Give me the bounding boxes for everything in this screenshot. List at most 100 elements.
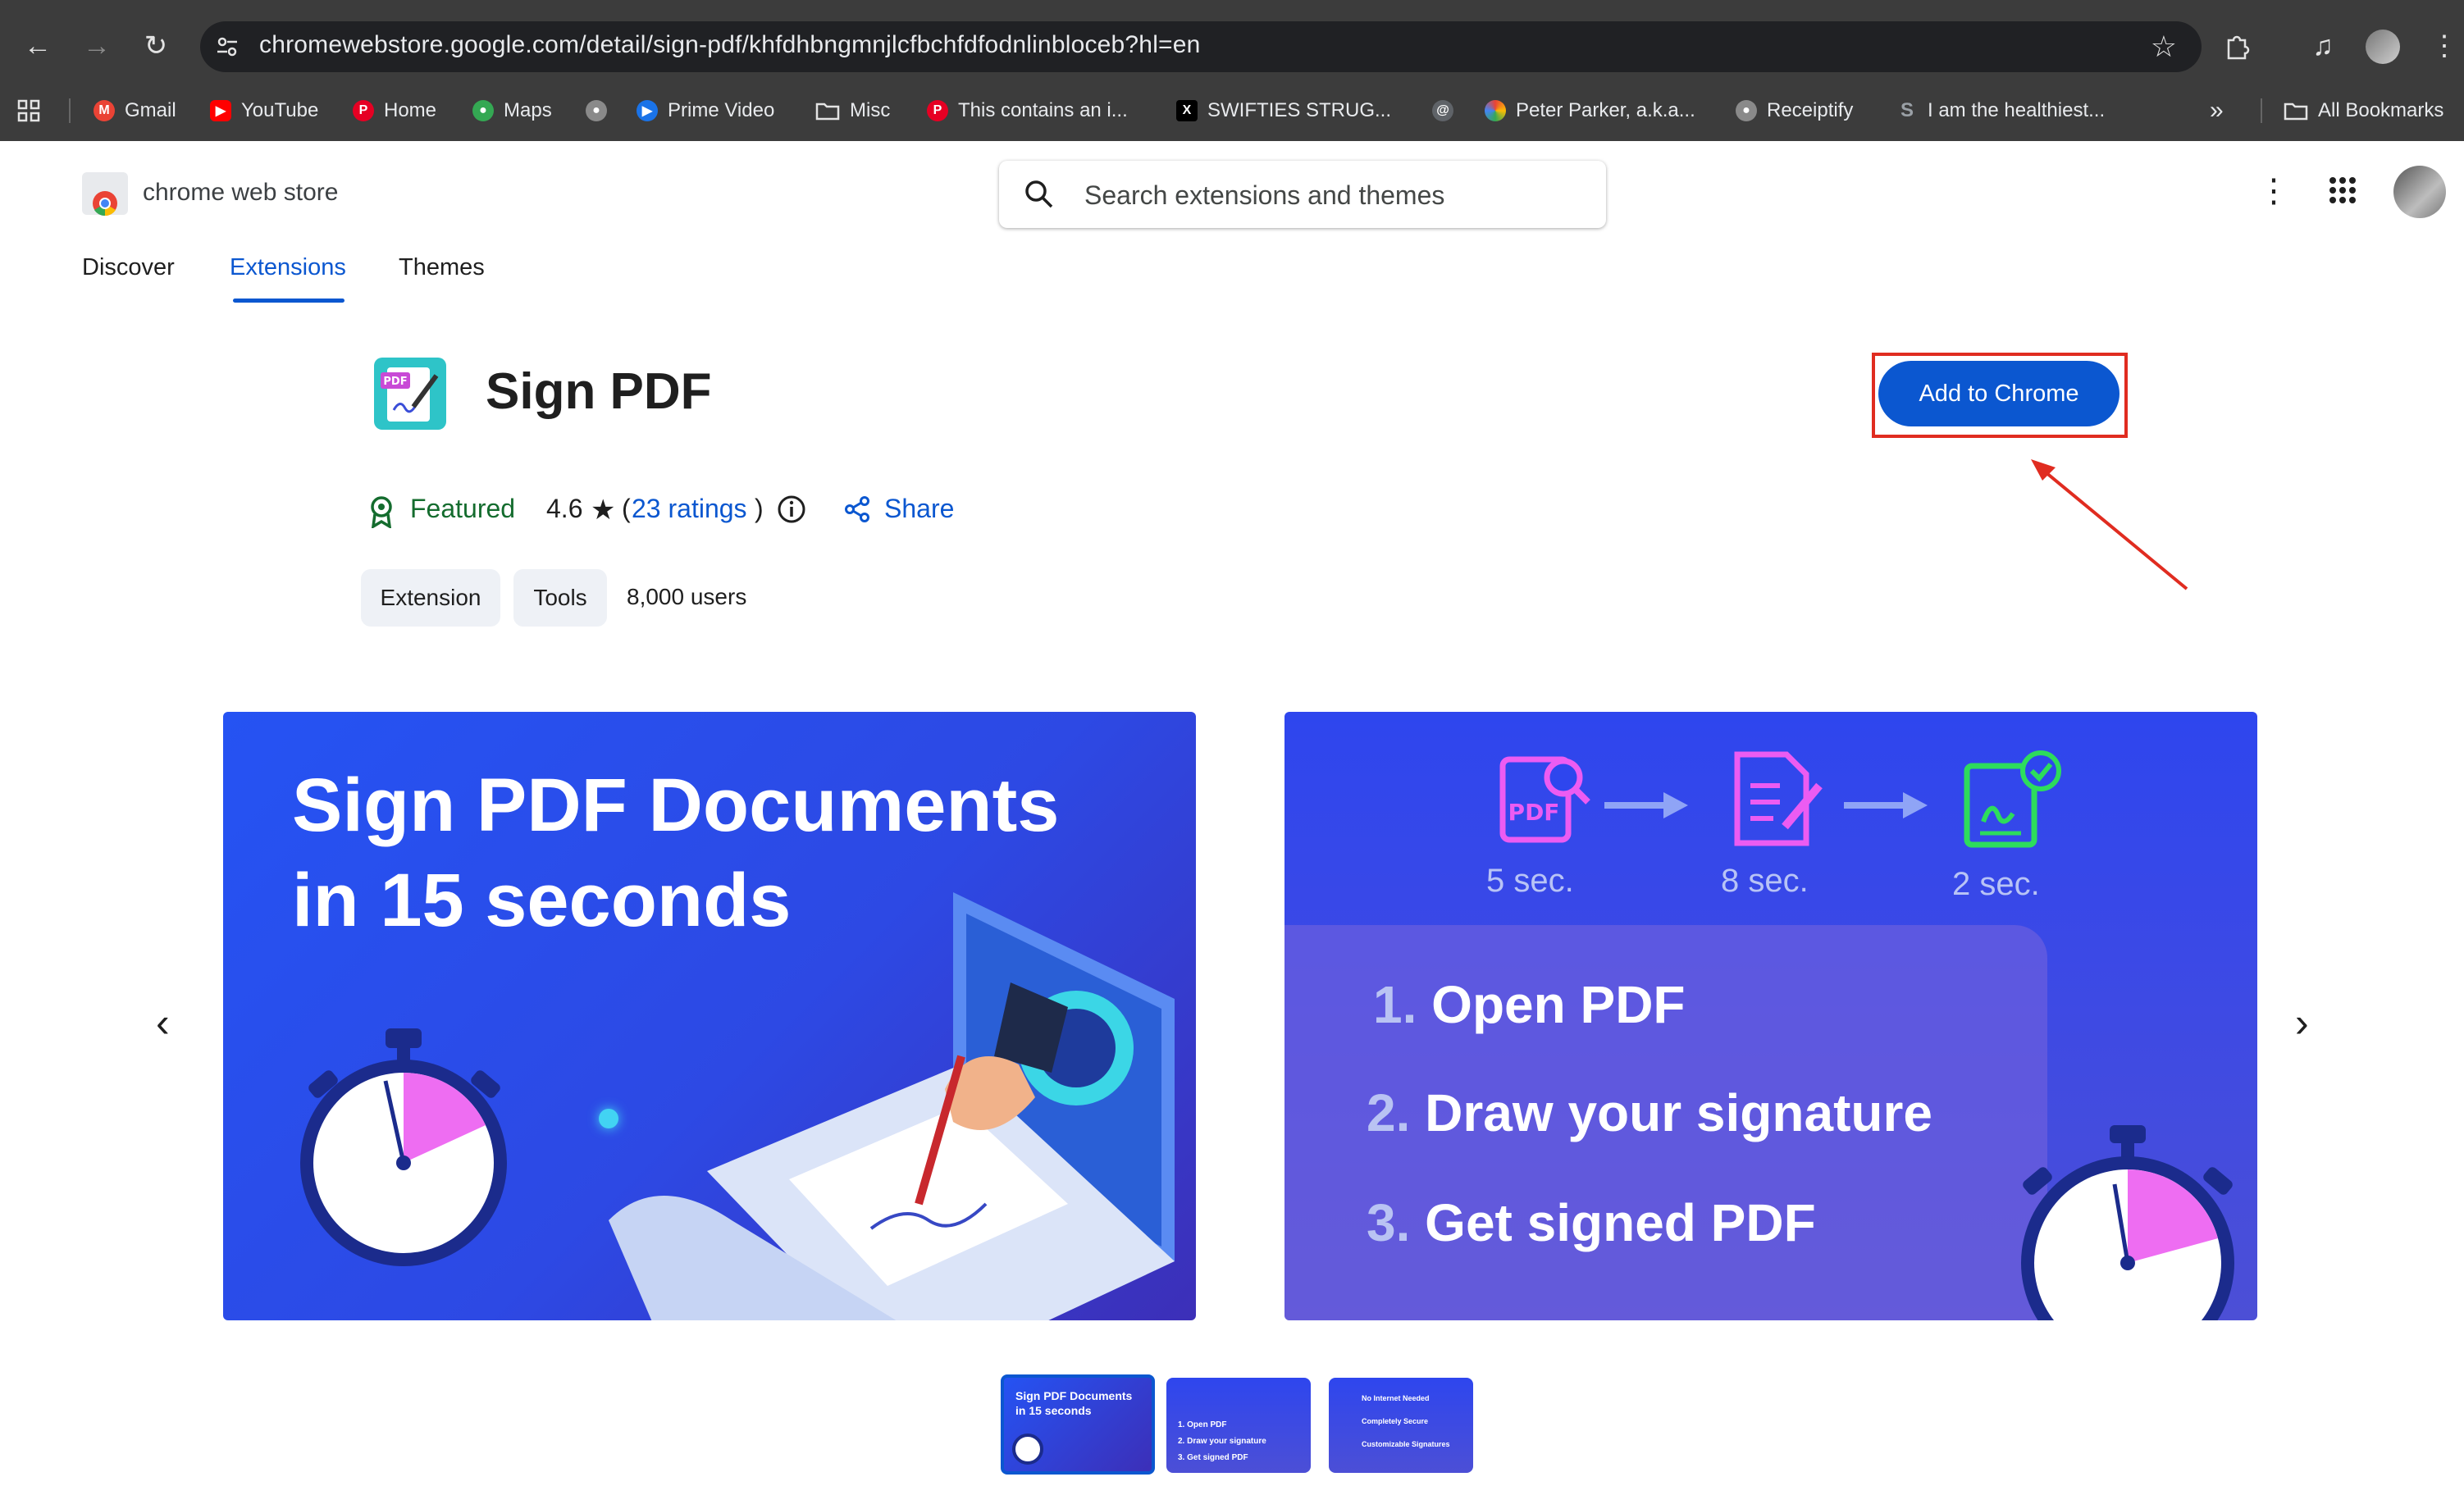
pdf-search-icon: PDF [1494, 750, 1593, 848]
more-bookmarks-chevron-icon[interactable]: » [2210, 92, 2224, 130]
site-icon [1485, 100, 1506, 121]
more-options-icon[interactable]: ⋮ [2257, 172, 2290, 210]
time-label: 5 sec. [1486, 863, 1574, 899]
bookmark-site[interactable]: @ [1432, 92, 1453, 130]
pinterest-icon: P [353, 100, 374, 121]
x-icon: X [1176, 100, 1198, 121]
bookmark-prime-video[interactable]: ▶ Prime Video [637, 92, 774, 130]
slide1-heading-line1: Sign PDF Documents [292, 764, 1060, 847]
thumbnail-text: 1. Open PDF [1178, 1420, 1227, 1429]
bookmarks-divider [2261, 98, 2262, 123]
tab-themes[interactable]: Themes [399, 254, 485, 281]
thumbnail-2[interactable]: 1. Open PDF 2. Draw your signature 3. Ge… [1166, 1378, 1311, 1473]
thumbnail-1-selected[interactable]: Sign PDF Documents in 15 seconds [1001, 1374, 1155, 1475]
profile-avatar[interactable] [2366, 30, 2400, 64]
screenshot-slide-2[interactable]: PDF 5 sec. 8 sec. 2 sec. 1. Open PDF 2. … [1284, 712, 2257, 1320]
stopwatch-illustration [2006, 1122, 2252, 1320]
item-title: Sign PDF [486, 363, 712, 420]
sign-pdf-app-icon: PDF [372, 356, 448, 431]
bookmark-label: Misc [850, 99, 891, 121]
share-link[interactable]: Share [884, 494, 954, 524]
carousel-prev-icon[interactable]: ‹ [156, 999, 170, 1046]
bookmark-gmail[interactable]: M Gmail [94, 92, 176, 130]
bookmark-healthiest[interactable]: S I am the healthiest... [1896, 92, 2105, 130]
svg-text:PDF: PDF [383, 376, 407, 388]
star-icon: ★ [591, 495, 616, 526]
bookmark-label: Receiptify [1767, 99, 1854, 121]
right-arrow-icon [1841, 789, 1931, 822]
all-bookmarks-folder[interactable]: All Bookmarks [2284, 92, 2443, 130]
s-icon: S [1900, 99, 1914, 121]
info-icon[interactable] [776, 494, 807, 525]
carousel-next-icon[interactable]: › [2295, 999, 2309, 1046]
store-nav-tabs: Discover Extensions Themes [0, 254, 820, 307]
search-box[interactable]: Search extensions and themes [999, 161, 1606, 228]
ratings-link[interactable]: 23 ratings [632, 494, 747, 524]
svg-text:PDF: PDF [1508, 799, 1560, 826]
bookmark-label: SWIFTIES STRUG... [1207, 99, 1392, 121]
tab-extensions[interactable]: Extensions [230, 254, 346, 281]
signed-document-check-icon [1959, 748, 2065, 850]
google-apps-icon[interactable] [2328, 175, 2357, 205]
url-text[interactable]: chromewebstore.google.com/detail/sign-pd… [259, 31, 1201, 59]
chip-tools[interactable]: Tools [513, 569, 607, 627]
rating-open-paren: ( [622, 494, 631, 523]
thumbnail-3[interactable]: No Internet Needed Completely Secure Cus… [1329, 1378, 1473, 1473]
rating-value: 4.6 [546, 494, 583, 523]
screenshot-slide-1[interactable]: Sign PDF Documents in 15 seconds [223, 712, 1196, 1320]
bookmark-star-icon[interactable]: ☆ [2151, 30, 2177, 64]
forward-icon[interactable]: → [77, 26, 116, 66]
bookmark-x-post[interactable]: X SWIFTIES STRUG... [1176, 92, 1391, 130]
apps-icon[interactable] [16, 92, 41, 130]
folder-icon [815, 101, 840, 121]
share-icon[interactable] [843, 495, 871, 523]
reload-icon[interactable]: ↻ [136, 26, 176, 66]
more-menu-icon[interactable]: ⋮ [2425, 26, 2464, 66]
chip-extension[interactable]: Extension [361, 569, 500, 627]
bookmark-misc-folder[interactable]: Misc [815, 92, 890, 130]
browser-toolbar: ← → ↻ ☆ chromewebstore.google.com/detail… [0, 18, 2464, 74]
bookmark-youtube[interactable]: ▶ YouTube [210, 92, 318, 130]
bookmark-globe[interactable]: ● [586, 92, 607, 130]
bookmark-label: This contains an i... [958, 99, 1128, 121]
chrome-web-store-logo[interactable] [80, 171, 130, 217]
search-input[interactable]: Search extensions and themes [1084, 180, 1444, 211]
gmail-icon: M [94, 100, 115, 121]
right-arrow-icon [1601, 789, 1691, 822]
featured-label[interactable]: Featured [410, 494, 515, 524]
tab-discover[interactable]: Discover [82, 254, 175, 281]
bookmark-peter-parker[interactable]: Peter Parker, a.k.a... [1485, 92, 1695, 130]
folder-icon [2284, 101, 2308, 121]
bookmark-label: I am the healthiest... [1928, 99, 2106, 121]
bookmark-label: Maps [504, 99, 552, 121]
bookmark-receiptify[interactable]: ● Receiptify [1736, 92, 1853, 130]
step-1: 1. Open PDF [1373, 975, 1686, 1034]
thumbnail-text: No Internet Needed [1362, 1394, 1430, 1402]
back-icon[interactable]: ← [18, 26, 57, 66]
bookmark-label: Gmail [125, 99, 176, 121]
time-label: 8 sec. [1721, 863, 1809, 899]
browser-chrome: ← → ↻ ☆ chromewebstore.google.com/detail… [0, 0, 2464, 141]
bookmark-label: All Bookmarks [2318, 99, 2444, 121]
bookmark-label: Peter Parker, a.k.a... [1516, 99, 1695, 121]
step-2: 2. Draw your signature [1367, 1083, 1932, 1142]
search-icon [1024, 179, 1055, 210]
bookmark-pinterest-pin[interactable]: P This contains an i... [927, 92, 1128, 130]
bookmark-maps[interactable]: ● Maps [472, 92, 552, 130]
bookmark-label: Prime Video [668, 99, 775, 121]
bookmark-home[interactable]: P Home [353, 92, 436, 130]
site-info-icon[interactable] [215, 34, 240, 59]
globe-icon: ● [1736, 100, 1757, 121]
document-edit-icon [1727, 748, 1826, 850]
featured-badge-icon [367, 495, 395, 528]
globe-icon: ● [586, 100, 607, 121]
laptop-signing-illustration [609, 876, 1183, 1320]
site-icon: @ [1432, 100, 1453, 121]
media-control-icon[interactable]: ♫ [2303, 26, 2343, 66]
stopwatch-illustration [289, 1023, 518, 1269]
extensions-icon[interactable] [2218, 26, 2257, 66]
bookmarks-bar: M Gmail ▶ YouTube P Home ● Maps ● ▶ Prime Vid… [0, 92, 2464, 130]
store-name[interactable]: chrome web store [143, 179, 338, 207]
account-avatar[interactable] [2393, 166, 2446, 218]
thumbnail-text: Sign PDF Documents [1015, 1389, 1133, 1402]
